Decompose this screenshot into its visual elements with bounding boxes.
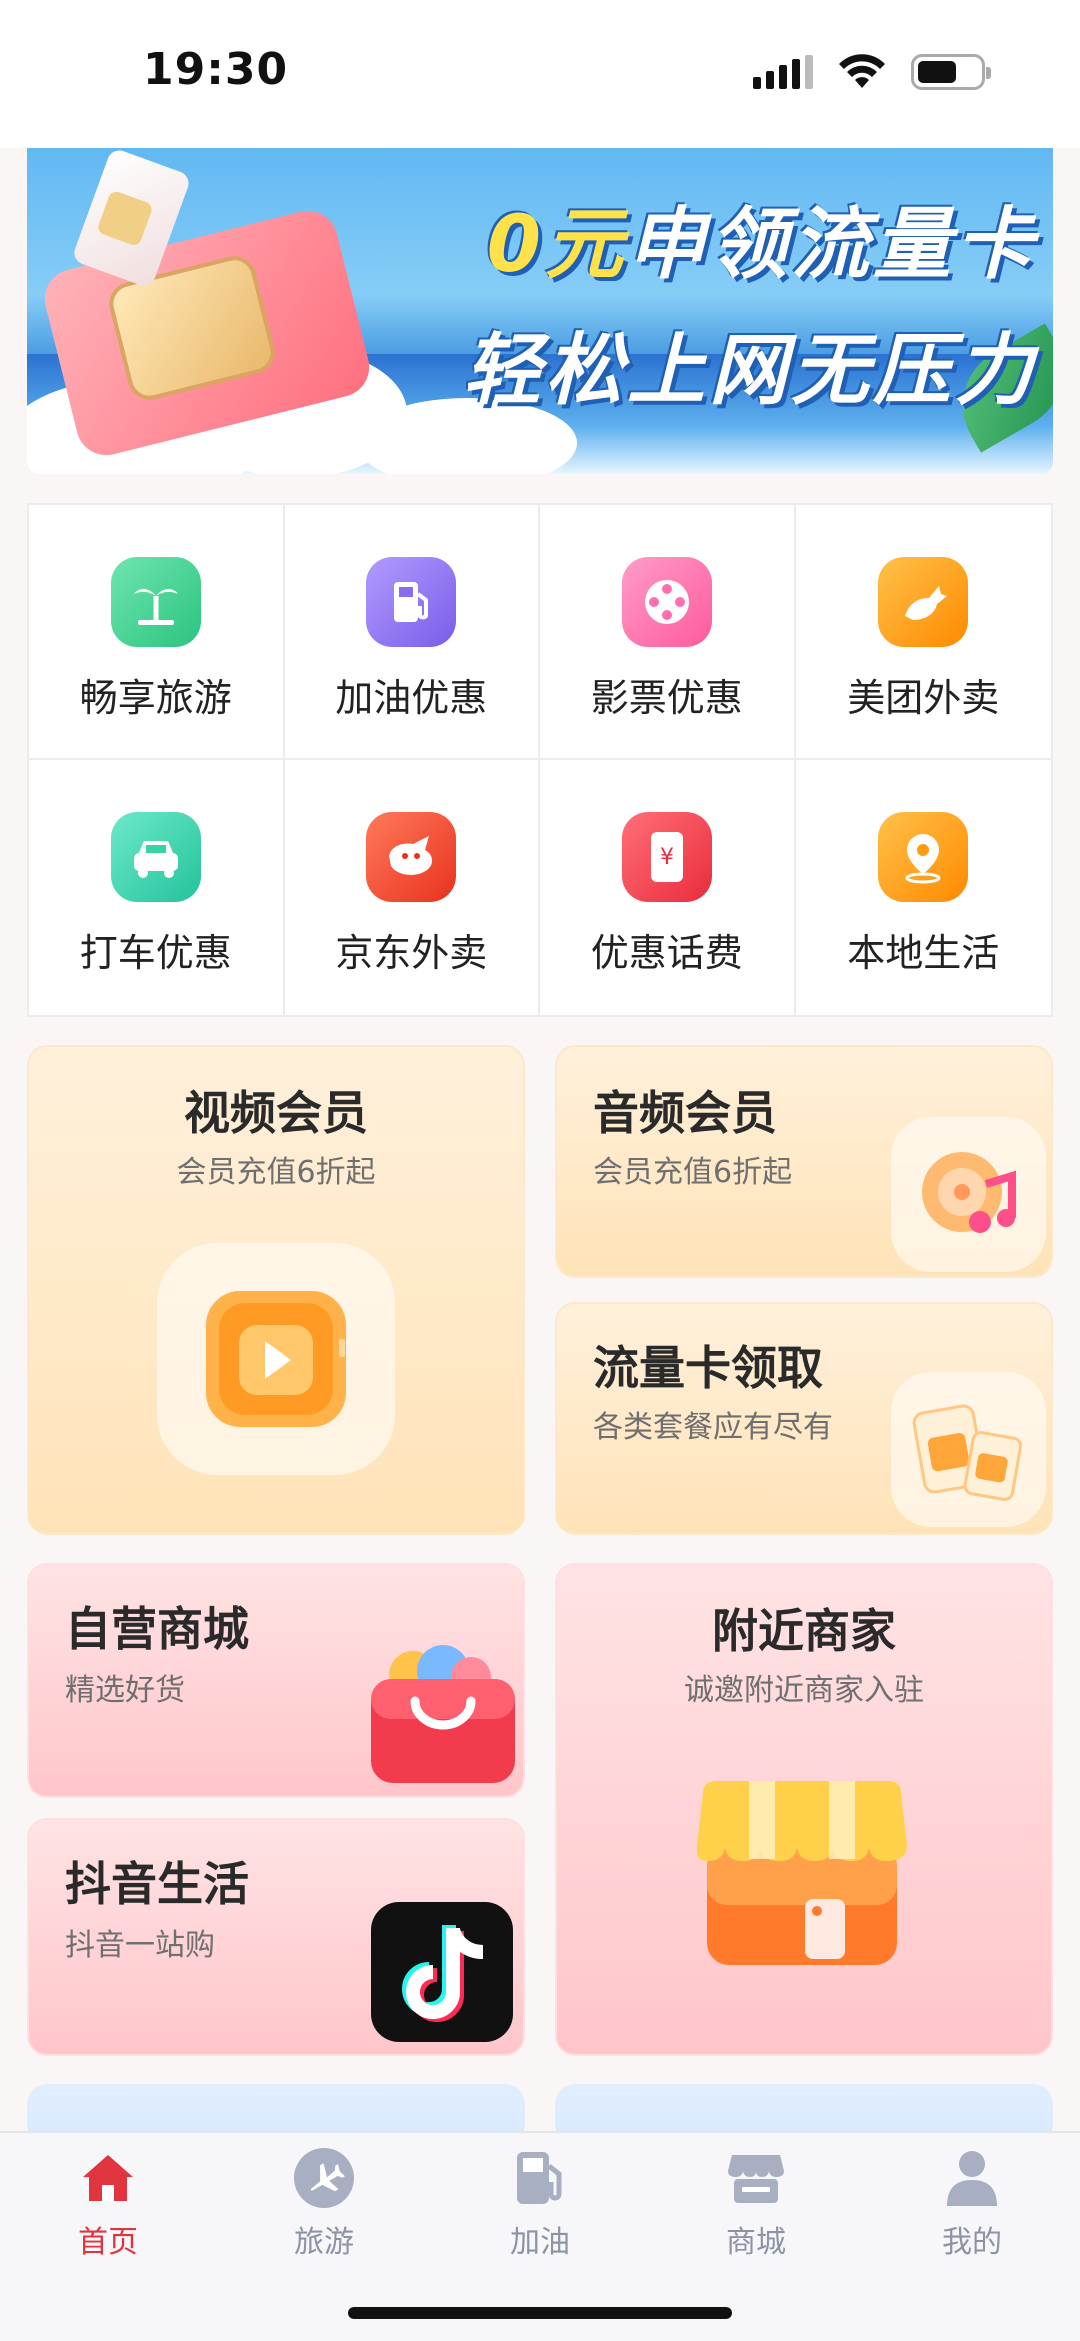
- tab-label: 加油: [510, 2225, 570, 2260]
- banner-line-2: 轻松上网无压力: [462, 326, 1037, 416]
- quick-item-label: 畅享旅游: [79, 676, 232, 720]
- wifi-icon: [839, 54, 885, 88]
- card-subtitle: 会员充值6折起: [176, 1155, 376, 1190]
- quick-item-label: 影票优惠: [590, 676, 743, 720]
- banner-line-1-text: 申领流量卡: [626, 200, 1037, 290]
- location-pin-icon: [878, 812, 969, 902]
- quick-item-meituan[interactable]: 美团外卖: [795, 505, 1051, 760]
- film-reel-icon: [621, 557, 712, 647]
- tab-mine[interactable]: 我的: [892, 2147, 1052, 2261]
- card-title: 音频会员: [593, 1086, 777, 1140]
- banner-dot[interactable]: [521, 436, 531, 446]
- tab-fuel[interactable]: 加油: [460, 2147, 620, 2261]
- card-sim-card[interactable]: 流量卡领取 各类套餐应有尽有: [555, 1302, 1053, 1535]
- quick-item-jd[interactable]: 京东外卖: [285, 760, 540, 1015]
- store-icon: [725, 2147, 787, 2209]
- quick-item-label: 京东外卖: [335, 931, 488, 975]
- phone-yuan-icon: ¥: [621, 812, 712, 902]
- tab-label: 首页: [78, 2225, 138, 2260]
- tab-mall[interactable]: 商城: [676, 2147, 836, 2261]
- douyin-logo-icon: [371, 1902, 513, 2042]
- quick-item-label: 打车优惠: [79, 931, 232, 975]
- banner-dot-active[interactable]: [485, 436, 511, 446]
- banner-pagination[interactable]: [465, 436, 551, 446]
- banner-dot[interactable]: [541, 436, 551, 446]
- status-time: 19:30: [143, 44, 289, 95]
- card-subtitle: 抖音一站购: [65, 1928, 215, 1963]
- banner-headline: 0元申领流量卡 轻松上网无压力: [357, 182, 1037, 420]
- sim-cards-icon: [891, 1372, 1046, 1527]
- card-title: 自营商城: [65, 1602, 249, 1656]
- quick-item-label: 加油优惠: [335, 676, 488, 720]
- airplane-icon: [293, 2147, 355, 2209]
- card-nearby-merchants[interactable]: 附近商家 诚邀附近商家入驻: [555, 1563, 1053, 2056]
- quick-item-travel[interactable]: 畅享旅游: [29, 505, 285, 760]
- banner-accent-text: 0元: [486, 200, 627, 290]
- banner-dot[interactable]: [465, 436, 475, 446]
- card-audio-member[interactable]: 音频会员 会员充值6折起: [555, 1045, 1053, 1278]
- quick-item-fuel[interactable]: 加油优惠: [284, 505, 540, 760]
- storefront-icon: [696, 1781, 907, 1965]
- quick-item-taxi[interactable]: 打车优惠: [29, 760, 285, 1015]
- quick-item-local-life[interactable]: 本地生活: [796, 760, 1052, 1015]
- quick-item-phone-bill[interactable]: ¥ 优惠话费: [540, 760, 796, 1015]
- quick-services-grid: 畅享旅游 加油优惠 影票优惠 美团外卖 打车优惠 京东外卖 ¥ 优惠话费 本地生…: [27, 503, 1053, 1017]
- card-title: 抖音生活: [65, 1857, 249, 1911]
- card-title: 附近商家: [712, 1604, 896, 1658]
- quick-item-label: 美团外卖: [847, 676, 1000, 720]
- promo-banner[interactable]: 0元申领流量卡 轻松上网无压力: [27, 148, 1053, 474]
- tab-label: 商城: [726, 2225, 786, 2260]
- home-icon: [77, 2147, 139, 2209]
- shopping-bag-icon: [371, 1645, 515, 1783]
- video-play-icon: [157, 1243, 395, 1475]
- palm-tree-icon: [110, 557, 201, 647]
- card-self-mall[interactable]: 自营商城 精选好货: [27, 1563, 525, 1798]
- banner-line-1: 0元申领流量卡: [357, 182, 1037, 294]
- home-indicator[interactable]: [348, 2307, 732, 2319]
- card-subtitle: 精选好货: [65, 1673, 185, 1708]
- status-bar: 19:30: [0, 0, 1080, 148]
- kangaroo-icon: [878, 557, 969, 647]
- card-subtitle: 诚邀附近商家入驻: [684, 1673, 924, 1708]
- status-icons: [753, 54, 991, 90]
- tab-travel[interactable]: 旅游: [244, 2147, 404, 2261]
- card-subtitle: 各类套餐应有尽有: [593, 1410, 833, 1445]
- jd-dog-icon: [366, 812, 457, 902]
- person-icon: [941, 2147, 1003, 2209]
- quick-item-label: 本地生活: [847, 931, 1000, 975]
- tab-label: 我的: [942, 2225, 1002, 2260]
- taxi-icon: [110, 812, 201, 902]
- svg-text:¥: ¥: [660, 845, 674, 870]
- tab-home[interactable]: 首页: [28, 2147, 188, 2261]
- music-disc-icon: [891, 1117, 1046, 1272]
- card-title: 流量卡领取: [593, 1341, 823, 1395]
- card-video-member[interactable]: 视频会员 会员充值6折起: [27, 1045, 525, 1535]
- quick-item-movie[interactable]: 影票优惠: [540, 505, 796, 760]
- card-title: 视频会员: [184, 1086, 368, 1140]
- fuel-pump-icon: [509, 2147, 571, 2209]
- tab-label: 旅游: [294, 2225, 354, 2260]
- card-douyin-life[interactable]: 抖音生活 抖音一站购: [27, 1818, 525, 2056]
- fuel-pump-icon: [366, 557, 457, 647]
- cellular-signal-icon: [753, 55, 813, 89]
- card-subtitle: 会员充值6折起: [593, 1155, 793, 1190]
- battery-icon: [911, 54, 991, 90]
- quick-item-label: 优惠话费: [590, 931, 743, 975]
